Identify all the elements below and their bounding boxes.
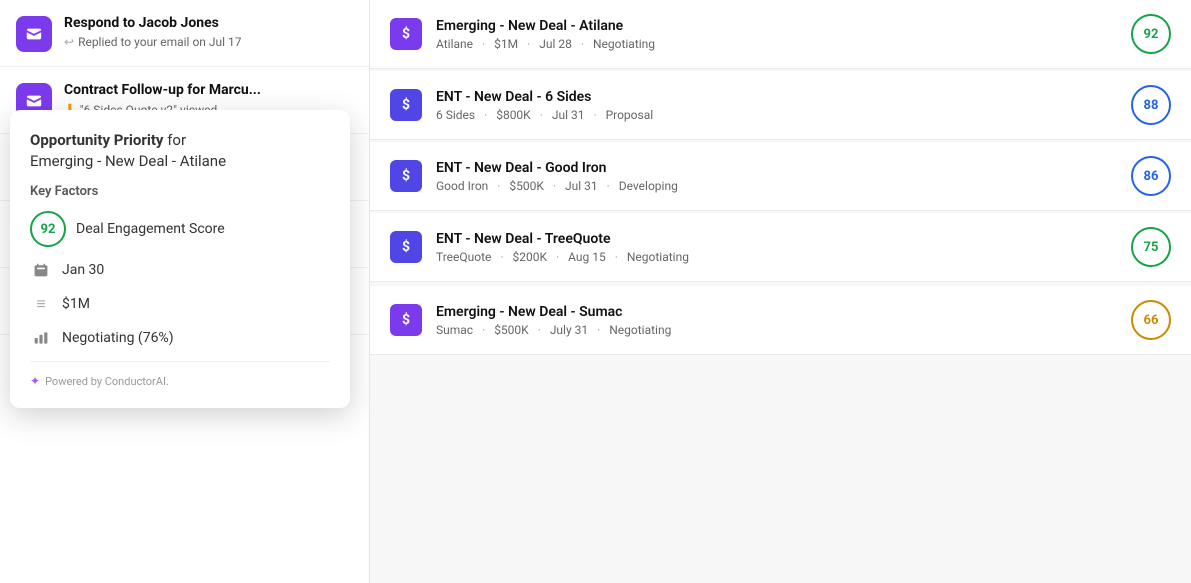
tooltip-amount-value: $1M	[62, 296, 90, 312]
deal-item-good-iron[interactable]: $ ENT - New Deal - Good Iron Good Iron ·…	[370, 142, 1191, 211]
calendar-icon-tooltip	[30, 259, 52, 281]
deal-title-good-iron: ENT - New Deal - Good Iron	[436, 160, 1131, 176]
deals-list: $ Emerging - New Deal - Atilane Atilane …	[370, 0, 1191, 583]
tooltip-date-value: Jan 30	[62, 262, 104, 278]
activity-list: Respond to Jacob Jones ↩ Replied to your…	[0, 0, 370, 583]
mail-icon	[16, 16, 52, 52]
tooltip-score-badge: 92	[30, 211, 66, 247]
activity-title: Respond to Jacob Jones	[64, 14, 353, 32]
activity-content: Respond to Jacob Jones ↩ Replied to your…	[64, 14, 353, 49]
deal-meta-treequote: TreeQuote · $200K · Aug 15 · Negotiating	[436, 250, 1131, 264]
tooltip-divider	[30, 361, 330, 362]
deal-dollar-icon-atilane: $	[390, 18, 422, 50]
tooltip-title: Opportunity Priority for Emerging - New …	[30, 130, 330, 172]
score-badge-atilane: 92	[1131, 14, 1171, 54]
deal-title-sumac: Emerging - New Deal - Sumac	[436, 304, 1131, 320]
deal-info-treequote: ENT - New Deal - TreeQuote TreeQuote · $…	[436, 231, 1131, 264]
deal-item-treequote[interactable]: $ ENT - New Deal - TreeQuote TreeQuote ·…	[370, 213, 1191, 282]
deal-dollar-icon-six-sides: $	[390, 89, 422, 121]
activity-subtitle: ↩ Replied to your email on Jul 17	[64, 35, 353, 49]
tooltip-powered-by: ✦ Powered by ConductorAI.	[30, 374, 330, 388]
tooltip-date-row: Jan 30	[30, 259, 330, 281]
deal-info-six-sides: ENT - New Deal - 6 Sides 6 Sides · $800K…	[436, 89, 1131, 122]
deal-title-six-sides: ENT - New Deal - 6 Sides	[436, 89, 1131, 105]
tooltip-score-row: 92 Deal Engagement Score	[30, 211, 330, 247]
deal-item-sumac[interactable]: $ Emerging - New Deal - Sumac Sumac · $5…	[370, 286, 1191, 355]
deal-item-six-sides[interactable]: $ ENT - New Deal - 6 Sides 6 Sides · $80…	[370, 71, 1191, 140]
tooltip-score-label: Deal Engagement Score	[76, 221, 225, 237]
deal-item-atilane[interactable]: $ Emerging - New Deal - Atilane Atilane …	[370, 0, 1191, 69]
opportunity-priority-tooltip: Opportunity Priority for Emerging - New …	[10, 110, 350, 408]
tooltip-key-factors-label: Key Factors	[30, 184, 330, 199]
deal-dollar-icon-good-iron: $	[390, 160, 422, 192]
deal-info-good-iron: ENT - New Deal - Good Iron Good Iron · $…	[436, 160, 1131, 193]
score-badge-good-iron: 86	[1131, 156, 1171, 196]
deal-dollar-icon-sumac: $	[390, 304, 422, 336]
deal-meta-good-iron: Good Iron · $500K · Jul 31 · Developing	[436, 179, 1131, 193]
tooltip-amount-row: ≡ $1M	[30, 293, 330, 315]
deal-info-atilane: Emerging - New Deal - Atilane Atilane · …	[436, 18, 1131, 51]
deal-meta-sumac: Sumac · $500K · July 31 · Negotiating	[436, 323, 1131, 337]
deal-meta-six-sides: 6 Sides · $800K · Jul 31 · Proposal	[436, 108, 1131, 122]
activity-item-respond-jacob[interactable]: Respond to Jacob Jones ↩ Replied to your…	[0, 0, 369, 67]
score-badge-sumac: 66	[1131, 300, 1171, 340]
score-badge-treequote: 75	[1131, 227, 1171, 267]
reply-icon: ↩	[64, 35, 74, 49]
amount-icon-tooltip: ≡	[30, 293, 52, 315]
deal-title-atilane: Emerging - New Deal - Atilane	[436, 18, 1131, 34]
deal-info-sumac: Emerging - New Deal - Sumac Sumac · $500…	[436, 304, 1131, 337]
deal-title-treequote: ENT - New Deal - TreeQuote	[436, 231, 1131, 247]
tooltip-stage-row: Negotiating (76%)	[30, 327, 330, 349]
deal-meta-atilane: Atilane · $1M · Jul 28 · Negotiating	[436, 37, 1131, 51]
deal-dollar-icon-treequote: $	[390, 231, 422, 263]
activity-title-2: Contract Follow-up for Marcu...	[64, 81, 353, 99]
tooltip-stage-value: Negotiating (76%)	[62, 330, 174, 346]
score-badge-six-sides: 88	[1131, 85, 1171, 125]
sparkle-icon: ✦	[30, 374, 40, 388]
chart-icon-tooltip	[30, 327, 52, 349]
